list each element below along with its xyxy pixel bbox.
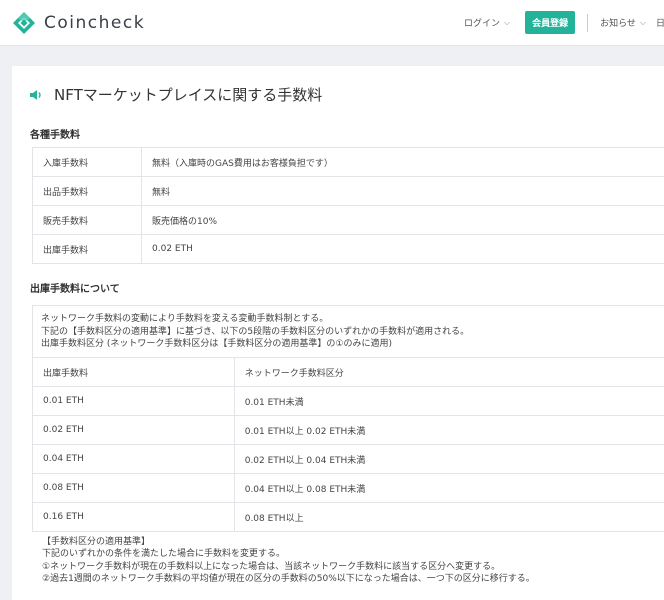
note-line: ネットワーク手数料の変動により手数料を変える変動手数料制とする。 bbox=[41, 314, 329, 324]
login-menu[interactable]: ログイン ⌵ bbox=[463, 16, 511, 30]
withdrawal-notes: ネットワーク手数料の変動により手数料を変える変動手数料制とする。 下記の【手数料… bbox=[32, 305, 664, 358]
fee-label: 出庫手数料 bbox=[32, 234, 142, 264]
fee-label: 入庫手数料 bbox=[32, 147, 142, 177]
language-menu[interactable]: 日本語 bbox=[656, 16, 664, 29]
withdrawal-section-title: 出庫手数料について bbox=[30, 284, 120, 295]
table-row: 入庫手数料 無料（入庫時のGAS費用はお客様負担です） bbox=[32, 147, 664, 177]
table-cell: 0.01 ETH以上 0.02 ETH未満 bbox=[233, 415, 664, 445]
fee-label: 出品手数料 bbox=[32, 176, 142, 206]
table-cell: 0.02 ETH以上 0.04 ETH未満 bbox=[233, 444, 664, 474]
table-cell: 0.08 ETH bbox=[32, 473, 235, 503]
table-row: 0.04 ETH 0.02 ETH以上 0.04 ETH未満 bbox=[32, 444, 664, 474]
header-nav: ログイン ⌵ 会員登録 お知らせ ⌵ 日本語 bbox=[464, 11, 664, 34]
note-line: 出庫手数料区分 (ネットワーク手数料区分は【手数料区分の適用基準】の①のみに適用… bbox=[41, 339, 392, 350]
table-cell: 0.01 ETH未満 bbox=[233, 386, 664, 416]
logo-text: Coincheck bbox=[44, 13, 146, 33]
fee-label: 販売手数料 bbox=[32, 205, 142, 235]
page-title-text: NFTマーケットプレイスに関する手数料 bbox=[54, 86, 323, 104]
note-line: 下記の【手数料区分の適用基準】に基づき、以下の5段階の手数料区分のいずれかの手数… bbox=[41, 326, 470, 337]
table-row: 出庫手数料 0.02 ETH bbox=[32, 234, 664, 264]
table-cell: 0.16 ETH bbox=[32, 502, 235, 532]
page-title: NFTマーケットプレイスに関する手数料 bbox=[30, 84, 322, 105]
fee-rules: 【手数料区分の適用基準】 下記のいずれかの条件を満たした場合に手数料を変更する。… bbox=[42, 536, 535, 586]
withdrawal-fee-table: 出庫手数料 ネットワーク手数料区分 0.01 ETH 0.01 ETH未満 0.… bbox=[32, 357, 664, 532]
table-header-row: 出庫手数料 ネットワーク手数料区分 bbox=[32, 357, 664, 387]
fee-value: 無料（入庫時のGAS費用はお客様負担です） bbox=[141, 147, 664, 177]
table-row: 販売手数料 販売価格の10% bbox=[32, 205, 664, 235]
fees-section-title: 各種手数料 bbox=[30, 130, 80, 141]
rules-line: ①ネットワーク手数料が現在の手数料以上になった場合は、当該ネットワーク手数料に該… bbox=[42, 561, 501, 572]
rules-line: 下記のいずれかの条件を満たした場合に手数料を変更する。 bbox=[42, 549, 286, 560]
column-header: 出庫手数料 bbox=[32, 357, 235, 387]
chevron-down-icon: ⌵ bbox=[504, 17, 511, 27]
table-row: 0.01 ETH 0.01 ETH未満 bbox=[32, 386, 664, 416]
fee-value: 無料 bbox=[141, 176, 664, 206]
chevron-down-icon: ⌵ bbox=[639, 17, 646, 27]
table-cell: 0.08 ETH以上 bbox=[233, 502, 664, 532]
rules-line: ②過去1週間のネットワーク手数料の平均値が現在の区分の手数料の50%以下になった… bbox=[42, 574, 535, 585]
rules-title: 【手数料区分の適用基準】 bbox=[42, 537, 151, 547]
table-cell: 0.04 ETH以上 0.08 ETH未満 bbox=[233, 473, 664, 503]
login-label: ログイン bbox=[463, 19, 500, 29]
table-row: 0.02 ETH 0.01 ETH以上 0.02 ETH未満 bbox=[32, 415, 664, 445]
table-cell: 0.04 ETH bbox=[32, 444, 235, 474]
content-card: NFTマーケットプレイスに関する手数料 各種手数料 入庫手数料 無料（入庫時のG… bbox=[12, 66, 664, 600]
fee-value: 販売価格の10% bbox=[141, 205, 664, 235]
logo-link[interactable]: Coincheck bbox=[12, 11, 145, 35]
table-row: 出品手数料 無料 bbox=[32, 176, 664, 206]
news-menu[interactable]: お知らせ ⌵ bbox=[600, 16, 646, 30]
table-cell: 0.02 ETH bbox=[32, 415, 235, 445]
column-header: ネットワーク手数料区分 bbox=[233, 357, 664, 387]
fee-value: 0.02 ETH bbox=[141, 234, 664, 264]
fees-table: 入庫手数料 無料（入庫時のGAS費用はお客様負担です） 出品手数料 無料 販売手… bbox=[32, 147, 664, 264]
nav-divider bbox=[587, 13, 589, 32]
speaker-icon bbox=[30, 89, 41, 100]
table-row: 0.16 ETH 0.08 ETH以上 bbox=[32, 502, 664, 532]
signup-button[interactable]: 会員登録 bbox=[525, 11, 576, 34]
news-label: お知らせ bbox=[600, 19, 636, 29]
site-header: Coincheck ログイン ⌵ 会員登録 お知らせ ⌵ 日本語 bbox=[0, 0, 664, 46]
table-cell: 0.01 ETH bbox=[32, 386, 235, 416]
table-row: 0.08 ETH 0.04 ETH以上 0.08 ETH未満 bbox=[32, 473, 664, 503]
coincheck-logo-icon bbox=[13, 12, 35, 34]
